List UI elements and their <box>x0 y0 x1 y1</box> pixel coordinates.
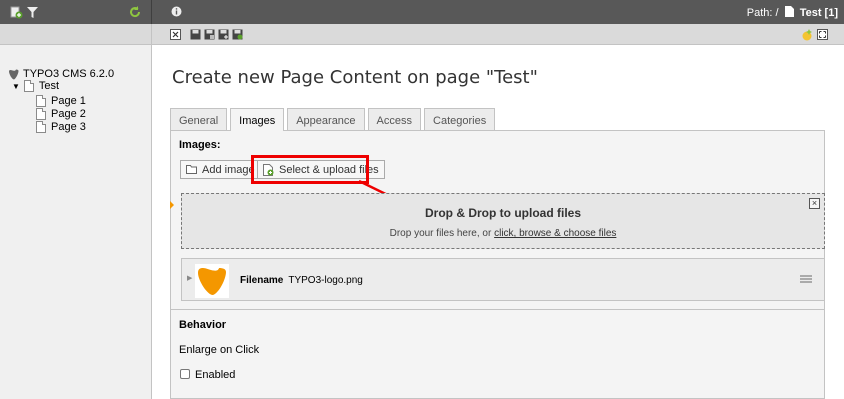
save-close-icon[interactable] <box>232 29 243 40</box>
tree-item-label: Page 1 <box>51 95 86 107</box>
path-page[interactable]: Test [1] <box>800 7 838 19</box>
enlarge-label: Enlarge on Click <box>179 344 260 356</box>
tab-general[interactable]: General <box>170 108 228 130</box>
page-icon <box>784 6 794 17</box>
browse-files-link[interactable]: click, browse & choose files <box>494 228 616 239</box>
file-name: Filename TYPO3-logo.png <box>240 275 363 286</box>
typo3-logo-icon <box>9 69 19 79</box>
help-icon[interactable] <box>801 29 813 41</box>
file-reference-row[interactable]: ▶ Filename TYPO3-logo.png <box>181 258 825 301</box>
tab-images[interactable]: Images <box>230 108 285 131</box>
page-icon <box>23 80 34 92</box>
behavior-label: Behavior <box>179 319 227 331</box>
page-icon <box>36 108 46 120</box>
dropzone-subtext-label: Drop your files here, or <box>389 228 495 239</box>
tree-root[interactable]: TYPO3 CMS 6.2.0 <box>9 68 114 80</box>
page-tree: TYPO3 CMS 6.2.0 ▼ Test Page 1 Page 2 Pag… <box>0 45 152 399</box>
tree-item-label: Page 3 <box>51 121 86 133</box>
save-icon[interactable] <box>190 29 201 40</box>
tree-item-label: Test <box>38 80 60 92</box>
highlight-frame <box>251 155 369 184</box>
info-icon[interactable] <box>171 6 182 17</box>
tab-panel-images: Images: Add image Select & upload files … <box>170 130 825 399</box>
content-area: Create new Page Content on page "Test" G… <box>152 45 844 399</box>
page-icon <box>36 95 46 107</box>
breadcrumb: Path: / Test [1] <box>747 6 838 19</box>
docheader-toolbar <box>152 24 844 45</box>
tree-item-test[interactable]: ▼ Test <box>12 80 59 92</box>
folder-icon <box>186 165 197 174</box>
tab-bar: General Images Appearance Access Categor… <box>170 108 498 131</box>
filter-icon[interactable] <box>27 7 38 18</box>
expand-icon[interactable]: ▼ <box>12 82 20 91</box>
page-title: Create new Page Content on page "Test" <box>172 67 538 88</box>
tree-subbar <box>0 24 152 45</box>
filename-label: Filename <box>240 275 284 286</box>
path-label: Path: / <box>746 7 779 19</box>
enabled-label: Enabled <box>195 369 236 381</box>
divider <box>171 309 824 310</box>
docheader-topbar: Path: / Test [1] <box>152 0 844 24</box>
save-new-icon[interactable] <box>218 29 229 40</box>
tree-root-label: TYPO3 CMS 6.2.0 <box>23 68 115 80</box>
dropzone-title: Drop & Drop to upload files <box>425 206 581 220</box>
drag-handle-icon[interactable] <box>800 275 812 283</box>
filename-value: TYPO3-logo.png <box>288 275 363 286</box>
add-image-label: Add image <box>202 163 255 176</box>
drop-zone[interactable]: Drop & Drop to upload files Drop your fi… <box>181 193 825 249</box>
enabled-checkbox[interactable] <box>180 369 190 379</box>
page-icon <box>36 121 46 133</box>
save-view-icon[interactable] <box>204 29 215 40</box>
enabled-checkbox-row[interactable]: Enabled <box>180 369 235 381</box>
tab-access[interactable]: Access <box>367 108 422 130</box>
tree-item-page-2[interactable]: Page 2 <box>36 108 86 120</box>
tree-item-label: Page 2 <box>51 108 86 120</box>
new-page-icon[interactable] <box>10 6 23 19</box>
tab-appearance[interactable]: Appearance <box>287 108 365 130</box>
tree-item-page-1[interactable]: Page 1 <box>36 95 86 107</box>
refresh-icon[interactable] <box>129 6 141 18</box>
fullscreen-icon[interactable] <box>817 29 828 40</box>
typo3-logo-thumbnail <box>195 264 229 298</box>
dropzone-subtext: Drop your files here, or click, browse &… <box>182 228 824 239</box>
expand-icon[interactable]: ▶ <box>187 274 192 282</box>
tree-topbar <box>0 0 152 24</box>
dropzone-close-button[interactable]: × <box>809 198 820 209</box>
close-icon[interactable] <box>170 29 181 40</box>
tab-categories[interactable]: Categories <box>424 108 496 130</box>
tree-item-page-3[interactable]: Page 3 <box>36 121 86 133</box>
images-label: Images: <box>179 139 221 151</box>
marker-triangle-icon <box>170 201 174 209</box>
add-image-button[interactable]: Add image <box>180 160 261 179</box>
